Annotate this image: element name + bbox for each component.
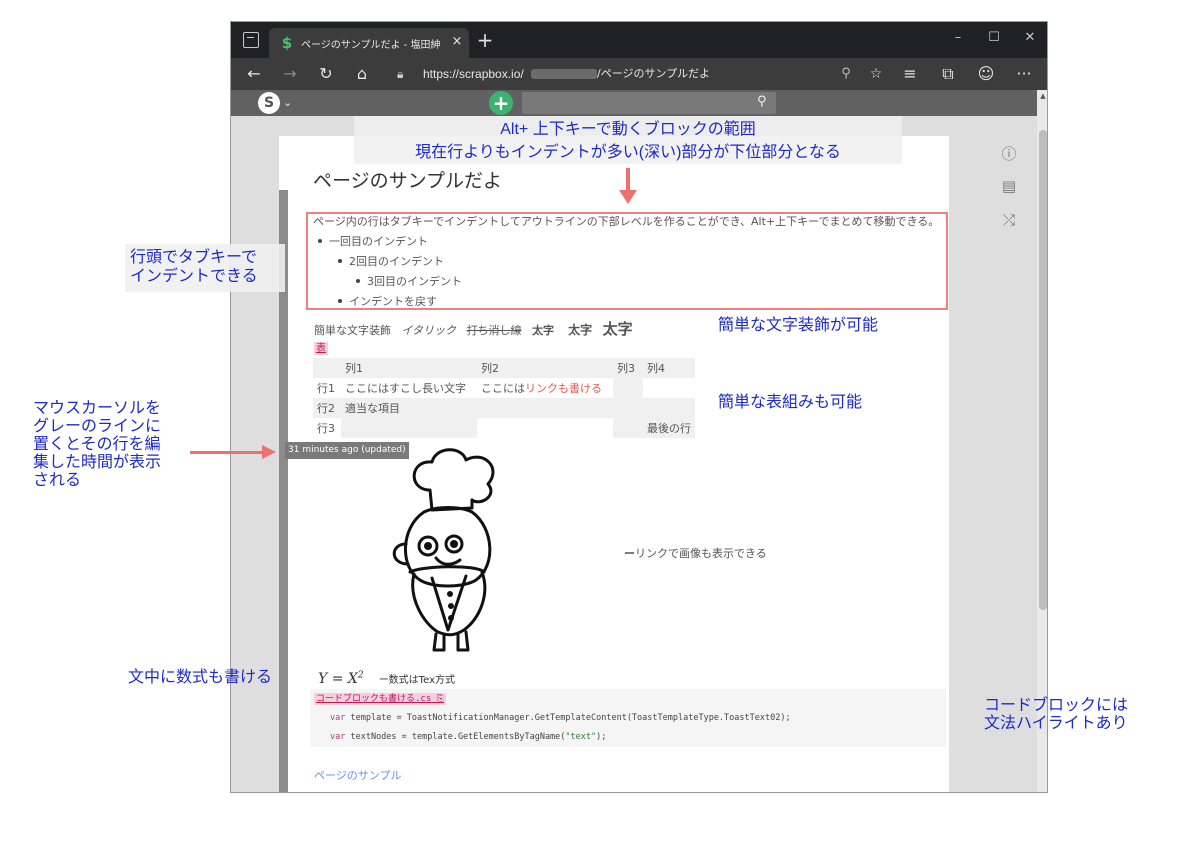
table-cell (341, 418, 477, 438)
annotation-mouse-hover: マウスカーソルを グレーのラインに 置くとその行を編 集した時間が表示 される (33, 400, 162, 489)
maximize-button[interactable]: ☐ (979, 28, 1009, 48)
table-row: 列1 列2 列3 列4 (313, 358, 695, 378)
annotation-indent-range: 現在行よりもインデントが多い(深い)部分が下位部分となる (415, 144, 841, 161)
tab-close-icon[interactable]: × (449, 34, 465, 50)
scrapbox-header: S ⌄ + ⚲ (231, 90, 1037, 116)
url-path: /ページのサンプルだよ (597, 67, 711, 80)
shuffle-icon[interactable]: ⤮ (999, 210, 1019, 230)
search-icon[interactable]: ⚲ (757, 93, 773, 111)
lock-icon[interactable]: 🔒︎ (397, 65, 411, 83)
scrapbox-logo-icon[interactable]: S (258, 92, 280, 114)
arrow-right-shaft (190, 451, 264, 454)
table-cell (613, 398, 643, 418)
url-host: https://scrapbox.io/ (423, 67, 524, 81)
browser-tab[interactable]: $ ページのサンプルだよ - 塩田紳二のペ × (269, 28, 469, 58)
table-cell: 適当な項目 (341, 398, 477, 418)
table-cell (313, 358, 341, 378)
collections-icon[interactable]: ⧉ (937, 64, 959, 84)
chef-drawing-image[interactable] (380, 448, 530, 658)
new-tab-button[interactable]: + (475, 30, 495, 50)
tab-title: ページのサンプルだよ - 塩田紳二のペ (301, 40, 441, 51)
scroll-thumb[interactable] (1039, 130, 1047, 610)
arrow-right-icon (262, 445, 276, 459)
table-cell (477, 398, 613, 418)
italic-text: イタリック (401, 324, 457, 337)
table-cell: 列2 (477, 358, 613, 378)
zoom-icon[interactable]: ⚲ (837, 65, 855, 83)
move-range-highlight (306, 212, 948, 310)
table-cell: 列1 (341, 358, 477, 378)
table-cell: ここにはリンクも書ける (481, 382, 602, 395)
address-bar[interactable]: 🔒︎ https://scrapbox.io/ /ページのサンプルだよ ⚲ ☆ (389, 62, 889, 86)
bold-text-3: 太字 (602, 320, 633, 338)
annotation-math: 文中に数式も書ける (128, 669, 273, 686)
table-cell: 行1 (317, 382, 335, 395)
scrapbox-favicon-icon: $ (281, 34, 293, 52)
table-row: 行2 適当な項目 (313, 398, 695, 418)
table-cell: 行2 (313, 398, 341, 418)
table-cell (613, 378, 643, 398)
math-formula: Y = X2 (318, 670, 364, 687)
new-page-button[interactable]: + (489, 91, 513, 115)
favorite-add-icon[interactable]: ☆ (867, 65, 885, 83)
table-cell: 最後の行 (643, 418, 695, 438)
annotation-indent: 行頭でタブキーで インデントできる (130, 249, 258, 285)
table-cell: 列3 (613, 358, 643, 378)
browser-toolbar: ← → ↻ ⌂ 🔒︎ https://scrapbox.io/ /ページのサンプ… (231, 58, 1047, 90)
decoration-line: 簡単な文字装飾 イタリック 打ち消し線 太字 太字 太字 (314, 320, 633, 340)
table-cell (643, 378, 695, 398)
annotation-decoration: 簡単な文字装飾が可能 (718, 317, 879, 334)
annotation-alt-key: Alt+ 上下キーで動くブロックの範囲 (500, 121, 756, 138)
annotation-table: 簡単な表組みも可能 (718, 394, 863, 411)
scrollbar[interactable]: ▲ (1037, 90, 1047, 792)
math-line: Y = X2 ー数式はTex方式 (318, 668, 455, 687)
reload-button[interactable]: ↻ (315, 64, 337, 84)
table-row: 行3 最後の行 (313, 418, 695, 438)
code-line: var template = ToastNotificationManager.… (330, 713, 791, 723)
strike-text: 打ち消し線 (466, 324, 522, 337)
table-link[interactable]: リンクも書ける (525, 382, 602, 395)
math-note: ー数式はTex方式 (378, 675, 455, 686)
table-row: 行1 ここにはすこし長い文字 ここにはリンクも書ける (313, 378, 695, 398)
window-menu-icon[interactable] (243, 32, 259, 48)
home-button[interactable]: ⌂ (351, 64, 373, 84)
code-line: var textNodes = template.GetElementsByTa… (330, 732, 607, 742)
info-icon[interactable]: ⓘ (999, 144, 1019, 164)
code-block-title[interactable]: コードブロックも書ける.cs ⎘ (314, 693, 446, 705)
scroll-up-icon[interactable]: ▲ (1039, 92, 1047, 100)
table-title-link[interactable]: 表 (314, 342, 328, 355)
back-button[interactable]: ← (243, 64, 265, 84)
related-page-link[interactable]: ページのサンプル (314, 768, 401, 784)
url-redacted (531, 69, 597, 79)
table-cell: 行3 (317, 422, 335, 435)
table-cell (613, 418, 643, 438)
project-menu-caret-icon[interactable]: ⌄ (283, 94, 292, 112)
more-icon[interactable]: ··· (1013, 64, 1035, 84)
search-input[interactable] (522, 92, 776, 114)
image-caption: ーリンクで画像も表示できる (624, 547, 767, 560)
document-icon[interactable]: ▤ (999, 176, 1019, 196)
table-cell: ここにはすこし長い文字 (345, 382, 466, 395)
arrow-down-shaft (626, 168, 630, 192)
close-window-button[interactable]: ✕ (1015, 28, 1045, 48)
forward-button[interactable]: → (279, 64, 301, 84)
title-bar: $ ページのサンプルだよ - 塩田紳二のペ × + – ☐ ✕ (231, 22, 1047, 58)
data-table: 列1 列2 列3 列4 行1 ここにはすこし長い文字 ここにはリンクも書ける 行… (313, 358, 695, 438)
annotation-code: コードブロックには 文法ハイライトあり (984, 697, 1129, 732)
code-block: コードブロックも書ける.cs ⎘ var template = ToastNot… (310, 689, 946, 747)
bold-text-1: 太字 (532, 324, 555, 337)
table-cell (477, 418, 613, 438)
bold-text-2: 太字 (568, 323, 593, 337)
page-title: ページのサンプルだよ (313, 170, 503, 192)
table-cell (643, 398, 695, 418)
table-cell: 列4 (643, 358, 695, 378)
favorites-icon[interactable]: ≡ (899, 64, 921, 84)
minimize-button[interactable]: – (943, 28, 973, 48)
plain-text: 簡単な文字装飾 (314, 324, 391, 337)
arrow-down-icon (619, 190, 637, 204)
profile-icon[interactable]: ☺ (975, 64, 997, 84)
